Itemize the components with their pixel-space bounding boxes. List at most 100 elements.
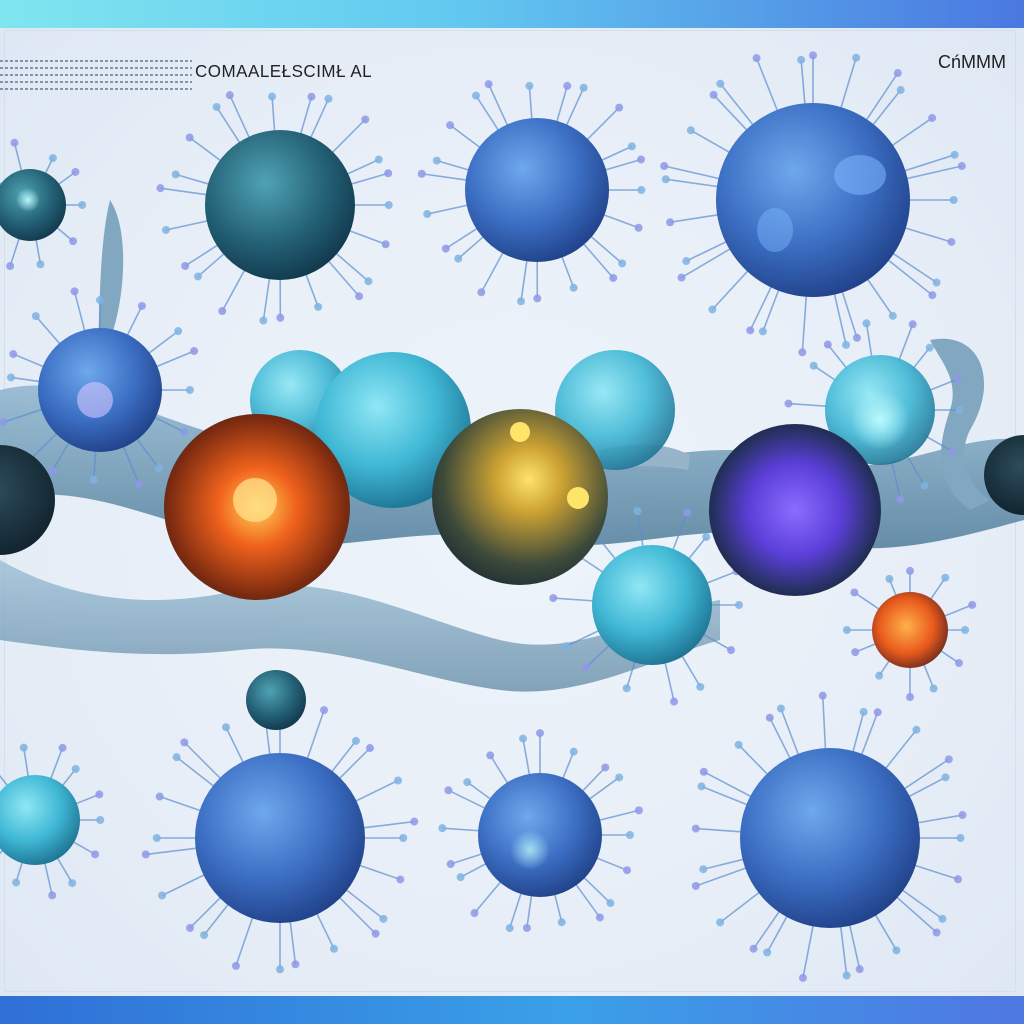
spike-tip xyxy=(259,316,268,325)
spike-tip xyxy=(850,588,859,597)
spike-stalk xyxy=(421,172,470,182)
spike-tip xyxy=(221,723,230,732)
spike-stalk xyxy=(161,872,208,897)
spike-tip xyxy=(374,155,383,164)
spike-stalk xyxy=(183,741,224,782)
spike-stalk xyxy=(922,663,935,689)
spike-tip xyxy=(855,965,864,974)
spike-stalk xyxy=(900,758,950,792)
spike-tip xyxy=(154,464,163,473)
spike-tip xyxy=(536,729,544,738)
spike-stalk xyxy=(865,323,873,359)
spike-tip xyxy=(69,237,78,246)
spike-stalk xyxy=(561,751,575,781)
spike-stalk xyxy=(314,910,335,950)
spike-stalk xyxy=(0,774,9,788)
spike-tip xyxy=(12,878,21,887)
spike-stalk xyxy=(752,907,783,950)
spike-stalk xyxy=(897,323,914,362)
spike-tip xyxy=(623,866,632,875)
spike-tip xyxy=(896,495,905,504)
spike-tip xyxy=(276,965,284,974)
spike-tip xyxy=(185,133,194,142)
spike-tip xyxy=(446,860,455,869)
illustration-scene: COMAALEŁSCIMŁ AL CńMMM xyxy=(0,0,1024,1024)
spike-stalk xyxy=(596,809,640,822)
spike-stalk xyxy=(898,887,943,920)
spike-tip xyxy=(396,875,405,884)
spike-stalk xyxy=(35,315,62,347)
spike-stalk xyxy=(329,740,357,775)
spike-tip xyxy=(749,944,758,953)
spike-tip xyxy=(10,138,19,147)
spike-stalk xyxy=(864,275,894,317)
spike-stalk xyxy=(769,717,793,762)
spike-tip xyxy=(379,914,388,923)
spike-tip xyxy=(948,447,957,456)
spike-tip xyxy=(71,764,80,773)
spike-tip xyxy=(968,600,977,609)
spike-tip xyxy=(505,924,514,933)
spike-tip xyxy=(957,162,966,171)
spike-tip xyxy=(625,831,634,839)
cell-bottom-2 xyxy=(195,753,365,923)
spike-stalk xyxy=(581,241,614,279)
spike-stalk xyxy=(450,852,485,865)
spike-stalk xyxy=(882,729,918,772)
spike-tip xyxy=(579,83,588,92)
spike-tip xyxy=(471,91,480,100)
spike-tip xyxy=(364,277,373,286)
spike-tip xyxy=(384,201,393,209)
spike-stalk xyxy=(584,107,620,143)
spike-tip xyxy=(696,682,705,691)
spike-stalk xyxy=(872,911,898,951)
spike-stalk xyxy=(893,894,938,934)
spike-tip xyxy=(708,305,717,314)
spike-tip xyxy=(48,466,57,475)
spike-tip xyxy=(955,406,964,414)
spike-tip xyxy=(78,201,87,209)
spike-tip xyxy=(892,946,901,955)
spike-stalk xyxy=(333,250,369,282)
cell-violet xyxy=(709,424,881,596)
spike-stalk xyxy=(665,178,722,188)
spike-tip xyxy=(798,973,807,982)
spike-stalk xyxy=(56,856,73,884)
spike-tip xyxy=(444,786,453,795)
spike-stalk xyxy=(221,267,247,312)
spike-stalk xyxy=(473,879,503,914)
spike-stalk xyxy=(449,124,483,150)
spike-stalk xyxy=(528,85,533,122)
spike-tip xyxy=(758,327,767,336)
spike-tip xyxy=(441,244,450,253)
spike-tip xyxy=(141,850,150,859)
spike-stalk xyxy=(580,766,606,794)
spike-stalk xyxy=(669,213,723,224)
cell-small-teal xyxy=(246,670,306,730)
spike-stalk xyxy=(800,59,807,109)
spike-tip xyxy=(517,297,526,306)
spike-tip xyxy=(896,86,905,95)
spike-tip xyxy=(70,287,79,296)
spike-tip xyxy=(95,790,104,799)
spike-stalk xyxy=(460,861,489,878)
spike-stalk xyxy=(701,785,751,807)
spike-stalk xyxy=(336,894,377,935)
cell-mid-violet-left xyxy=(38,328,162,452)
spike-stalk xyxy=(560,253,575,289)
spike-stalk xyxy=(553,597,596,602)
spike-stalk xyxy=(663,660,675,702)
spike-tip xyxy=(709,90,718,99)
spike-tip xyxy=(446,121,455,130)
cell-bottom-3 xyxy=(478,773,602,897)
spike-stalk xyxy=(436,159,472,172)
spike-tip xyxy=(525,81,534,90)
spike-tip xyxy=(932,278,941,287)
spike-stalk xyxy=(663,165,724,181)
spike-stalk xyxy=(838,57,857,113)
spike-stalk xyxy=(594,856,628,871)
spike-tip xyxy=(569,747,578,756)
spike-tip xyxy=(797,55,806,64)
spike-tip xyxy=(818,691,827,700)
spike-stalk xyxy=(329,118,366,156)
